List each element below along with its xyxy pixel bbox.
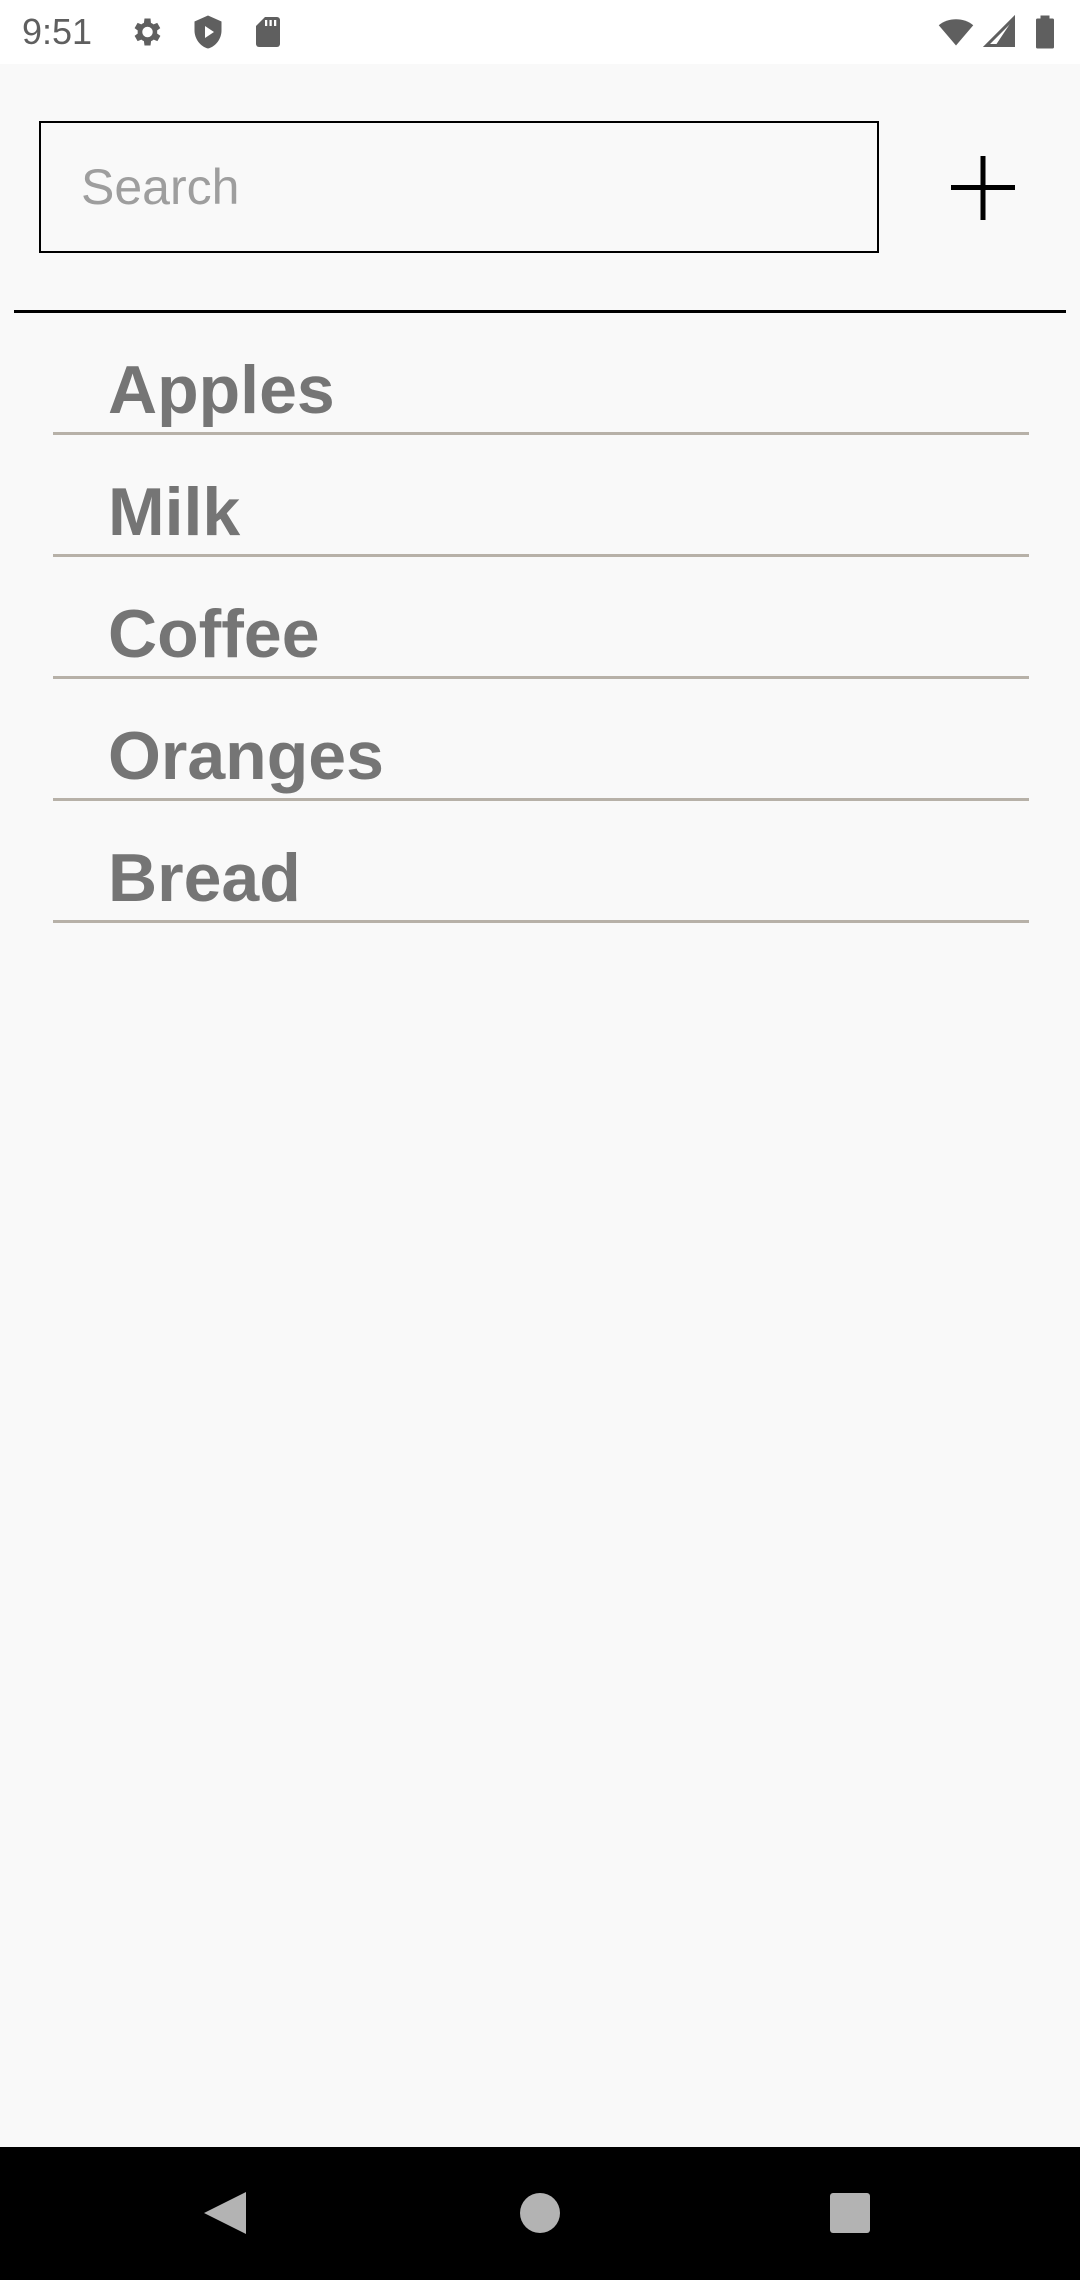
list-item[interactable]: Milk bbox=[0, 436, 1080, 558]
app-screen: 9:51 Search Apples Milk Coffee Oranges B… bbox=[0, 0, 1080, 2280]
recents-button[interactable] bbox=[800, 2171, 900, 2255]
list-item[interactable]: Oranges bbox=[0, 680, 1080, 802]
list-item-divider bbox=[53, 920, 1029, 923]
list-item-divider bbox=[53, 676, 1029, 679]
list-item-label: Oranges bbox=[108, 718, 384, 794]
navigation-bar bbox=[0, 2147, 1080, 2280]
search-input[interactable] bbox=[81, 123, 861, 251]
sd-card-icon bbox=[256, 17, 280, 47]
list-item-label: Apples bbox=[108, 352, 335, 428]
status-time: 9:51 bbox=[22, 11, 93, 52]
add-button[interactable] bbox=[930, 125, 1036, 251]
list-item-label: Milk bbox=[108, 474, 241, 550]
list-item-label: Bread bbox=[108, 840, 301, 916]
header-divider bbox=[14, 310, 1066, 313]
recents-icon bbox=[830, 2193, 870, 2233]
plus-icon bbox=[951, 156, 1015, 220]
search-box[interactable] bbox=[39, 121, 879, 253]
list-item-divider bbox=[53, 432, 1029, 435]
home-icon bbox=[520, 2193, 560, 2233]
home-button[interactable] bbox=[490, 2171, 590, 2255]
back-button[interactable] bbox=[176, 2171, 276, 2255]
list-item-label: Coffee bbox=[108, 596, 320, 672]
list-item[interactable]: Coffee bbox=[0, 558, 1080, 680]
gear-icon bbox=[134, 18, 161, 46]
list-item[interactable]: Apples bbox=[0, 314, 1080, 436]
list-item-divider bbox=[53, 554, 1029, 557]
item-list: Apples Milk Coffee Oranges Bread bbox=[0, 314, 1080, 924]
cell-signal-icon bbox=[982, 14, 1015, 47]
wifi-icon bbox=[938, 19, 974, 46]
back-icon bbox=[204, 2192, 246, 2234]
shield-play-icon bbox=[194, 15, 222, 49]
list-item[interactable]: Bread bbox=[0, 802, 1080, 924]
status-bar: 9:51 bbox=[0, 0, 1080, 64]
list-item-divider bbox=[53, 798, 1029, 801]
battery-icon bbox=[1036, 15, 1054, 49]
